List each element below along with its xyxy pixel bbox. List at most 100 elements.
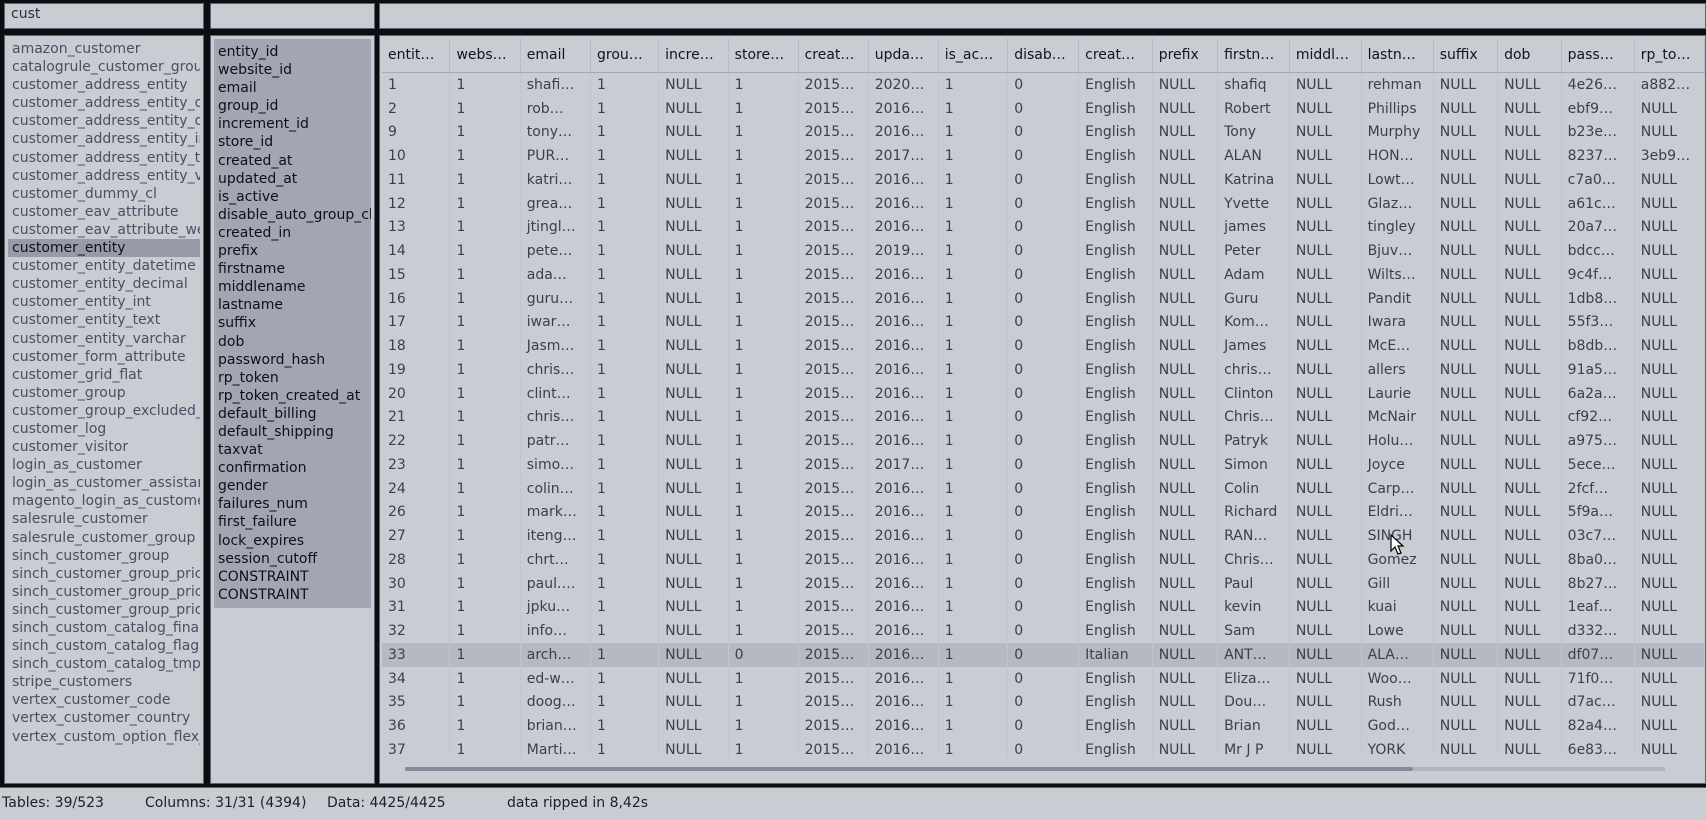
table-cell[interactable]: NULL	[1634, 239, 1705, 263]
table-row[interactable]: 27 1 iteng… 1 NULL 1 2015… 2016… 1 0 English NULL RA…	[382, 524, 1705, 548]
table-cell[interactable]: NULL	[1433, 310, 1499, 335]
table-cell[interactable]: 1	[728, 714, 799, 738]
table-cell[interactable]: Paul	[1217, 571, 1290, 596]
table-cell[interactable]: 2016…	[868, 666, 939, 691]
table-list-item[interactable]: customer_address_entity_datetime	[8, 94, 200, 112]
table-cell[interactable]: 1	[728, 263, 799, 287]
table-cell[interactable]: English	[1078, 72, 1153, 97]
table-cell[interactable]: 0	[1007, 500, 1080, 525]
table-cell[interactable]: 23	[382, 453, 451, 477]
table-cell[interactable]: Glaz…	[1361, 191, 1434, 216]
table-list-item[interactable]: customer_entity_text	[8, 311, 200, 329]
table-list-item[interactable]: customer_visitor	[8, 438, 200, 456]
table-row[interactable]: 32 1 info… 1 NULL 1 2015… 2016… 1 0 English NULL Sam…	[382, 619, 1705, 643]
table-cell[interactable]: ada…	[520, 263, 592, 287]
table-cell[interactable]: df07…	[1561, 643, 1635, 667]
table-cell[interactable]: 1	[590, 524, 660, 548]
table-cell[interactable]: 12	[382, 191, 451, 216]
table-cell[interactable]: 2015…	[798, 215, 869, 240]
data-grid-panel[interactable]: entit… webs… email grou… incre… store… creat… u…	[379, 35, 1706, 784]
table-cell[interactable]: 1	[728, 72, 799, 97]
table-cell[interactable]: 2019…	[868, 239, 939, 263]
table-cell[interactable]: 0	[1007, 429, 1080, 453]
table-cell[interactable]: 1	[590, 643, 660, 667]
table-cell[interactable]: 1	[938, 476, 1009, 501]
table-cell[interactable]: 1	[938, 263, 1009, 287]
table-cell[interactable]: NULL	[1433, 738, 1499, 757]
table-cell[interactable]: NULL	[1289, 666, 1362, 691]
table-cell[interactable]: English	[1078, 738, 1153, 757]
table-cell[interactable]: 2020…	[868, 72, 939, 97]
table-row[interactable]: 14 1 pete… 1 NULL 1 2015… 2019… 1 0 English NULL Pet…	[382, 239, 1705, 263]
table-list-item[interactable]: customer_group_excluded_website	[8, 402, 200, 420]
table-list-item[interactable]: sinch_custom_catalog_final_tmp	[8, 619, 200, 637]
table-cell[interactable]: English	[1078, 120, 1153, 145]
table-cell[interactable]: 18	[382, 334, 451, 358]
table-cell[interactable]: 2015…	[798, 334, 869, 358]
table-list-item[interactable]: magento_login_as_customer_log	[8, 492, 200, 510]
table-cell[interactable]: NULL	[658, 666, 729, 691]
table-cell[interactable]: NULL	[1634, 96, 1705, 121]
table-cell[interactable]: NULL	[1634, 619, 1705, 643]
table-cell[interactable]: 1	[590, 215, 660, 240]
table-cell[interactable]: NULL	[1289, 334, 1362, 358]
table-cell[interactable]: 8237…	[1561, 144, 1635, 168]
table-cell[interactable]: English	[1078, 548, 1153, 572]
table-cell[interactable]: 1	[382, 72, 451, 97]
table-cell[interactable]: Eldri…	[1361, 500, 1434, 525]
table-cell[interactable]: paul.…	[520, 571, 592, 596]
table-cell[interactable]: 14	[382, 239, 451, 263]
column-header[interactable]: firstn…	[1217, 38, 1290, 73]
table-cell[interactable]: 1	[449, 334, 521, 358]
table-cell[interactable]: 1	[449, 405, 521, 430]
table-cell[interactable]: Phillips	[1361, 96, 1434, 121]
table-cell[interactable]: NULL	[1433, 666, 1499, 691]
table-cell[interactable]: 2015…	[798, 666, 869, 691]
table-cell[interactable]: English	[1078, 96, 1153, 121]
table-cell[interactable]: NULL	[1634, 334, 1705, 358]
table-cell[interactable]: Pandit	[1361, 286, 1434, 311]
table-cell[interactable]: 1	[938, 239, 1009, 263]
table-row[interactable]: 26 1 mark… 1 NULL 1 2015… 2016… 1 0 English NULL Ric…	[382, 500, 1705, 525]
table-cell[interactable]: 2015…	[798, 619, 869, 643]
table-row[interactable]: 37 1 Marti… 1 NULL 1 2015… 2016… 1 0 English NULL Mr…	[382, 738, 1705, 757]
table-cell[interactable]: NULL	[1289, 714, 1362, 738]
table-cell[interactable]: NULL	[1152, 595, 1219, 620]
table-cell[interactable]: 1	[590, 714, 660, 738]
table-cell[interactable]: 4e26…	[1561, 72, 1635, 97]
table-cell[interactable]: 5f9a…	[1561, 500, 1635, 525]
table-cell[interactable]: NULL	[1433, 595, 1499, 620]
table-list-item[interactable]: login_as_customer	[8, 456, 200, 474]
table-cell[interactable]: NULL	[1152, 358, 1219, 382]
table-cell[interactable]: English	[1078, 310, 1153, 335]
table-list-item[interactable]: vertex_customer_country	[8, 709, 200, 727]
table-cell[interactable]: NULL	[1433, 120, 1499, 145]
table-cell[interactable]: 2fcf…	[1561, 476, 1635, 501]
table-cell[interactable]: iwar…	[520, 310, 592, 335]
table-cell[interactable]: NULL	[1433, 571, 1499, 596]
table-cell[interactable]: 1	[938, 191, 1009, 216]
table-cell[interactable]: 2015…	[798, 191, 869, 216]
column-header[interactable]: creat…	[798, 38, 869, 73]
table-cell[interactable]: colin…	[520, 476, 592, 501]
table-cell[interactable]: 1	[728, 358, 799, 382]
table-cell[interactable]: NULL	[1152, 215, 1219, 240]
table-cell[interactable]: NULL	[1433, 619, 1499, 643]
table-cell[interactable]: English	[1078, 239, 1153, 263]
table-cell[interactable]: NULL	[658, 619, 729, 643]
table-cell[interactable]: English	[1078, 571, 1153, 596]
table-cell[interactable]: 2016…	[868, 524, 939, 548]
table-cell[interactable]: d7ac…	[1561, 690, 1635, 715]
table-cell[interactable]: NULL	[1433, 191, 1499, 216]
table-cell[interactable]: brian…	[520, 714, 592, 738]
table-cell[interactable]: Carp…	[1361, 476, 1434, 501]
table-cell[interactable]: NULL	[1497, 381, 1562, 406]
table-cell[interactable]: 1	[938, 96, 1009, 121]
table-cell[interactable]: 0	[1007, 381, 1080, 406]
table-cell[interactable]: 1	[590, 96, 660, 121]
table-cell[interactable]: 2017…	[868, 453, 939, 477]
table-cell[interactable]: 1	[728, 239, 799, 263]
table-cell[interactable]: NULL	[1497, 429, 1562, 453]
table-cell[interactable]: NULL	[658, 239, 729, 263]
table-cell[interactable]: NULL	[1634, 714, 1705, 738]
